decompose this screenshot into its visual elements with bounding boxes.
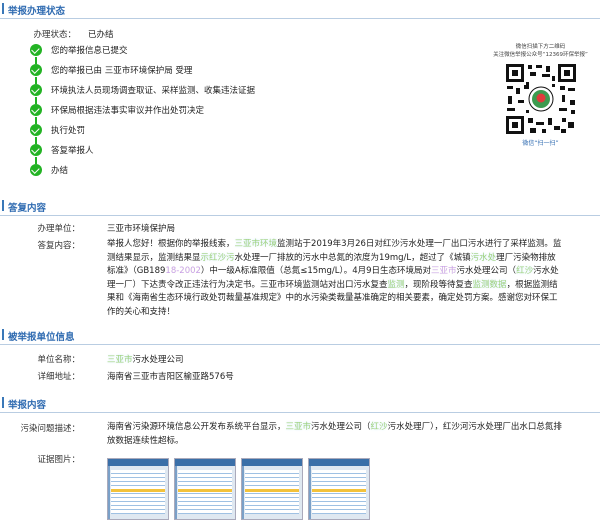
status-label: 办理状态： (33, 30, 76, 40)
unit-name-value: 三亚市污水处理公司 (107, 355, 184, 365)
check-circle-icon (30, 104, 42, 116)
qr-caption: 微信“扫一扫” (522, 140, 559, 147)
section-accent-bar (2, 200, 4, 211)
status-section: 举报办理状态 (0, 0, 600, 19)
step-connector (35, 77, 37, 84)
reply-content: 举报人您好！根据你的举报线索，三亚市环境监测站于2019年3月26日对红沙污水处… (107, 239, 562, 317)
step-connector (35, 97, 37, 104)
qr-caption: 关注微信举报公众号“12369环保举报” (493, 52, 588, 58)
step-label: 答复举报人 (51, 146, 94, 156)
address-value: 海南省三亚市吉阳区榆亚路576号 (107, 372, 234, 382)
reply-content-label: 答复内容： (37, 241, 80, 251)
problem-description: 海南省污染源环境信息公开发布系统平台显示，三亚市污水处理公司（红沙污水处理厂），… (107, 422, 562, 446)
evidence-label: 证据图片： (37, 455, 80, 465)
step-label: 环保局根据违法事实审议并作出处罚决定 (51, 106, 205, 116)
step-connector (35, 57, 37, 64)
problem-label: 污染问题描述： (20, 424, 80, 434)
section-header: 答复内容 (0, 197, 600, 216)
section-accent-bar (2, 3, 4, 14)
section-title: 举报办理状态 (8, 6, 66, 17)
check-circle-icon (30, 164, 42, 176)
section-title: 被举报单位信息 (8, 332, 75, 343)
check-circle-icon (30, 144, 42, 156)
step-connector (35, 137, 37, 144)
section-header: 举报内容 (0, 394, 600, 413)
step-label: 执行处罚 (51, 126, 86, 136)
status-value: 已办结 (88, 30, 114, 40)
unit-name-label: 单位名称： (37, 355, 80, 365)
step-connector (35, 157, 37, 164)
evidence-thumbnail[interactable] (241, 458, 303, 520)
step-label: 您的举报已由 三亚市环境保护局 受理 (51, 66, 193, 76)
qr-code-icon (503, 62, 578, 136)
step-connector (35, 117, 37, 124)
reply-section: 答复内容 (0, 197, 600, 216)
check-circle-icon (30, 64, 42, 76)
evidence-thumbnail[interactable] (308, 458, 370, 520)
section-header: 举报办理状态 (0, 0, 600, 19)
address-label: 详细地址： (37, 372, 80, 382)
step-label: 环境执法人员现场调查取证、采样监测、收集违法证据 (51, 86, 256, 96)
unit-value: 三亚市环境保护局 (107, 224, 176, 234)
section-accent-bar (2, 397, 4, 408)
check-circle-icon (30, 44, 42, 56)
reported-unit-section: 被举报单位信息 (0, 326, 600, 345)
evidence-thumbnail[interactable] (174, 458, 236, 520)
step-label: 办结 (51, 166, 69, 176)
qr-caption: 微信扫描下方二维码 (515, 44, 566, 50)
report-content-section: 举报内容 (0, 394, 600, 413)
wechat-qr-block: 微信扫描下方二维码 关注微信举报公众号“12369环保举报” 微信“扫一扫” (487, 43, 594, 147)
check-circle-icon (30, 84, 42, 96)
section-title: 答复内容 (8, 203, 47, 214)
unit-label: 办理单位： (37, 224, 80, 234)
evidence-thumbnail[interactable] (107, 458, 169, 520)
check-circle-icon (30, 124, 42, 136)
section-accent-bar (2, 329, 4, 340)
step-label: 您的举报信息已提交 (51, 46, 128, 56)
section-title: 举报内容 (8, 400, 47, 411)
section-header: 被举报单位信息 (0, 326, 600, 345)
